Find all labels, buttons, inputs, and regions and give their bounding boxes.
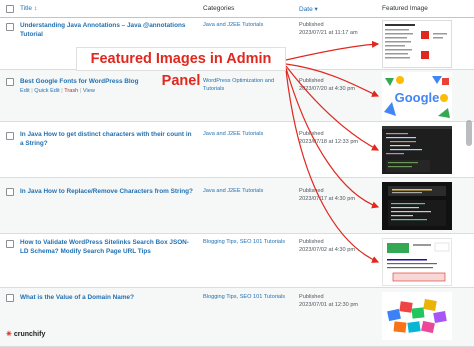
- post-date: Published 2023/07/02 at 4:30 pm: [299, 239, 355, 253]
- row-actions: Edit | Quick Edit | Trash | View: [20, 88, 95, 94]
- sort-icon: ↕: [33, 5, 38, 12]
- row-checkbox[interactable]: [6, 78, 14, 86]
- sort-down-icon: ▾: [314, 6, 318, 13]
- edit-link[interactable]: Edit: [20, 88, 30, 94]
- post-categories[interactable]: Java and J2EE Tutorials: [203, 130, 291, 138]
- post-title-link[interactable]: Understanding Java Annotations – Java @a…: [20, 21, 195, 39]
- post-title-link[interactable]: What is the Value of a Domain Name?: [20, 293, 195, 302]
- row-checkbox[interactable]: [6, 132, 14, 140]
- categories-column-header: Categories: [203, 5, 235, 12]
- featured-image-thumbnail[interactable]: [382, 292, 452, 340]
- post-date: Published 2023/07/21 at 11:17 am: [299, 22, 358, 36]
- schema-thumbnail-graphic: [383, 239, 451, 285]
- screenshot-thumbnail-graphic: [383, 21, 451, 67]
- post-date: Published 2023/07/18 at 12:33 pm: [299, 131, 359, 145]
- featured-image-thumbnail[interactable]: [382, 238, 452, 286]
- table-row: Best Google Fonts for WordPress Blog Edi…: [0, 70, 474, 122]
- featured-image-column-header: Featured Image: [382, 5, 428, 12]
- scrollbar-thumb[interactable]: [466, 120, 472, 146]
- row-checkbox[interactable]: [6, 23, 14, 31]
- post-categories[interactable]: Blogging Tips, SEO 101 Tutorials: [203, 293, 291, 301]
- select-all-checkbox[interactable]: [6, 5, 14, 13]
- quick-edit-link[interactable]: Quick Edit: [34, 88, 60, 94]
- google-fonts-thumbnail-graphic: Google: [382, 72, 452, 120]
- table-row: In Java How to Replace/Remove Characters…: [0, 178, 474, 234]
- post-date: Published 2023/07/01 at 12:30 pm: [299, 294, 359, 308]
- table-row: How to Validate WordPress Sitelinks Sear…: [0, 234, 474, 288]
- post-title-link[interactable]: How to Validate WordPress Sitelinks Sear…: [20, 238, 195, 256]
- console-thumbnail-graphic: [382, 182, 452, 230]
- post-categories[interactable]: WordPress Optimization and Tutorials: [203, 77, 291, 93]
- code-editor-thumbnail-graphic: [382, 126, 452, 174]
- separator: |: [61, 88, 63, 94]
- post-categories[interactable]: Java and J2EE Tutorials: [203, 187, 291, 195]
- table-row: In Java How to get distinct characters w…: [0, 122, 474, 178]
- featured-image-thumbnail[interactable]: [382, 20, 452, 68]
- view-link[interactable]: View: [83, 88, 95, 94]
- table-header: Title ↕ Categories Date ▾ Featured Image: [0, 0, 474, 18]
- featured-image-thumbnail[interactable]: Google: [382, 72, 452, 120]
- post-date: Published 2023/07/17 at 4:30 pm: [299, 188, 355, 202]
- title-column-header[interactable]: Title ↕: [20, 5, 37, 12]
- post-title-link[interactable]: In Java How to Replace/Remove Characters…: [20, 187, 195, 196]
- annotation-title: Featured Images in Admin Panel: [76, 47, 286, 89]
- google-word: Google: [395, 90, 440, 105]
- featured-image-thumbnail[interactable]: [382, 182, 452, 230]
- separator: |: [79, 88, 82, 94]
- featured-image-thumbnail[interactable]: [382, 126, 452, 174]
- table-row: What is the Value of a Domain Name? Blog…: [0, 288, 474, 347]
- row-checkbox[interactable]: [6, 188, 14, 196]
- post-title-link[interactable]: In Java How to get distinct characters w…: [20, 130, 195, 148]
- trash-link[interactable]: Trash: [64, 88, 78, 94]
- date-column-header[interactable]: Date ▾: [299, 5, 318, 13]
- row-checkbox[interactable]: [6, 240, 14, 248]
- post-date: Published 2023/07/20 at 4:30 pm: [299, 78, 355, 92]
- post-categories[interactable]: Java and J2EE Tutorials: [203, 21, 291, 29]
- domain-blocks-thumbnail-graphic: [382, 292, 452, 340]
- logo-mark-icon: ✳: [6, 331, 12, 338]
- row-checkbox[interactable]: [6, 294, 14, 302]
- separator: |: [31, 88, 33, 94]
- post-categories[interactable]: Blogging Tips, SEO 101 Tutorials: [203, 238, 291, 246]
- crunchify-logo: ✳ crunchify: [6, 331, 46, 338]
